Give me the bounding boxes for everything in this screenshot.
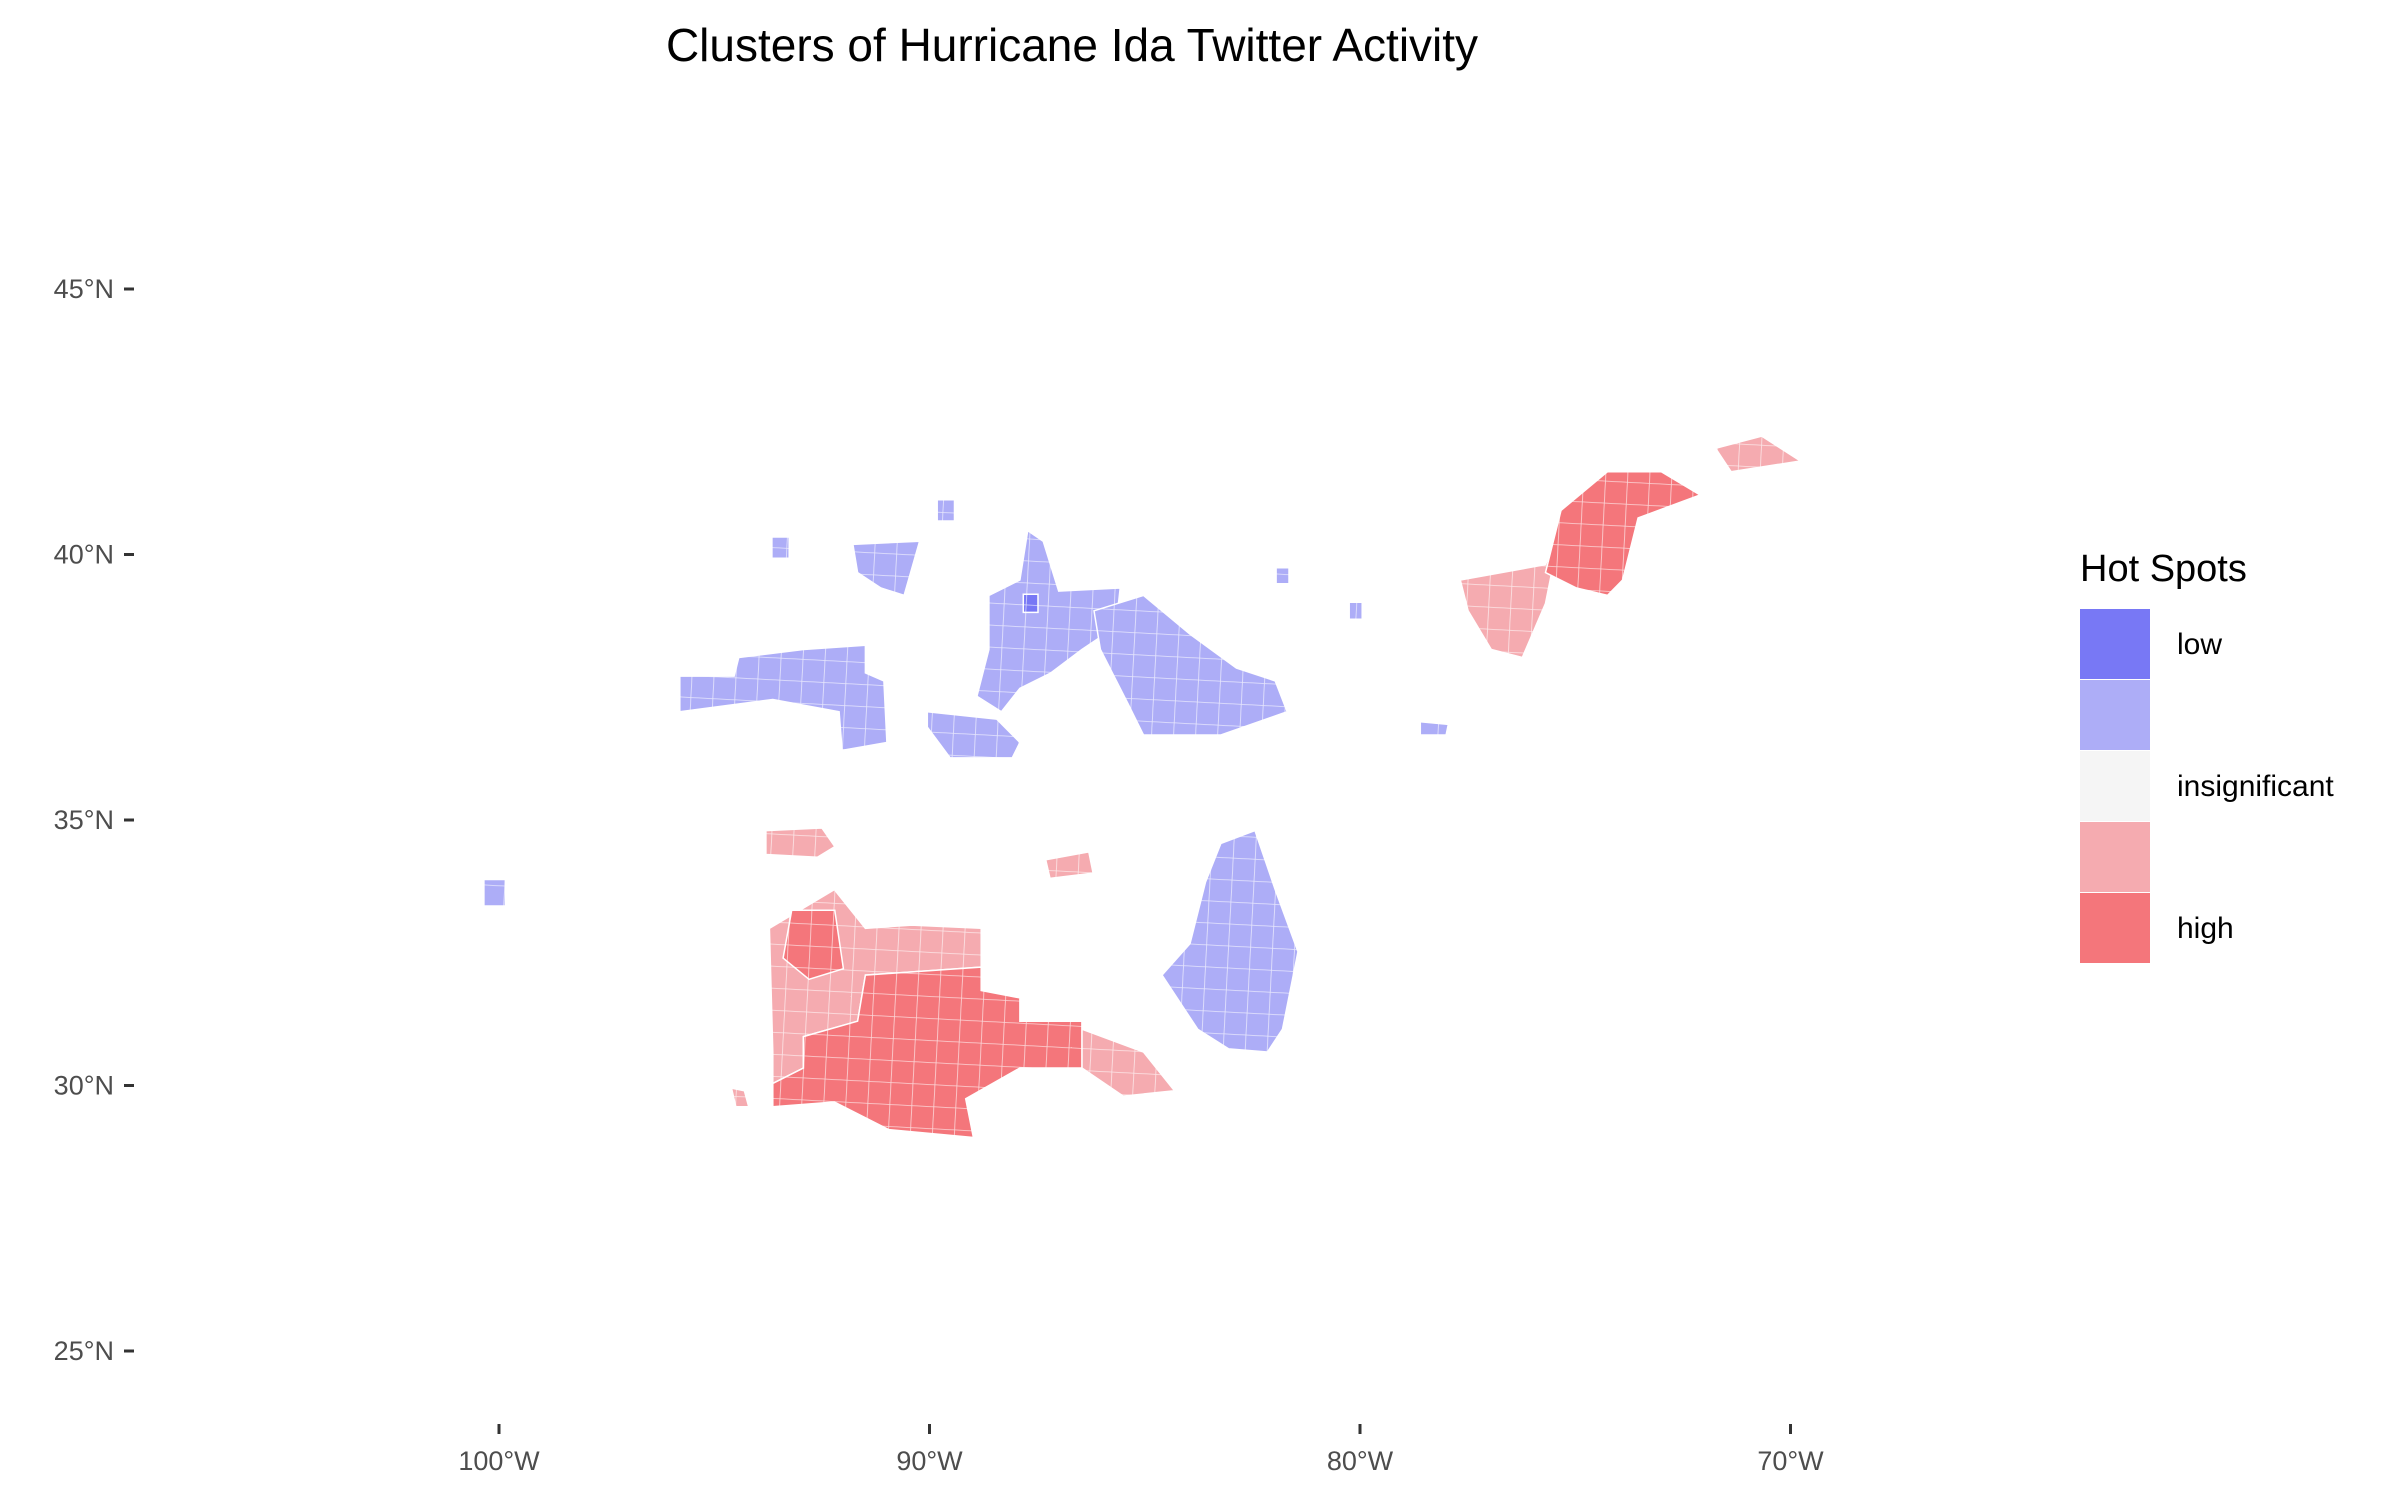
county-borders bbox=[765, 828, 835, 858]
county-borders bbox=[1349, 602, 1363, 620]
legend-swatch bbox=[2080, 680, 2150, 751]
county-borders bbox=[1162, 830, 1298, 1052]
legend-item-high2 bbox=[2080, 822, 2334, 893]
chart-title: Clusters of Hurricane Ida Twitter Activi… bbox=[665, 19, 1479, 71]
x-tick-label: 100°W bbox=[458, 1446, 540, 1476]
legend-swatch bbox=[2080, 822, 2150, 893]
legend-item-low2 bbox=[2080, 680, 2334, 751]
county-borders bbox=[852, 541, 920, 596]
county-borders bbox=[1545, 471, 1701, 596]
map-plot: 45°N 40°N 35°N 30°N 25°N 100°W 90°W 80°W 70°W bbox=[54, 274, 1824, 1476]
legend-item-high: high bbox=[2080, 893, 2334, 964]
legend-title: Hot Spots bbox=[2080, 548, 2247, 590]
x-tick-label: 70°W bbox=[1757, 1446, 1824, 1476]
county-borders bbox=[1460, 525, 1561, 658]
county-borders bbox=[483, 879, 506, 906]
x-tick-label: 90°W bbox=[896, 1446, 963, 1476]
legend-swatch bbox=[2080, 751, 2150, 822]
x-axis: 100°W 90°W 80°W 70°W bbox=[458, 1424, 1824, 1476]
county-borders bbox=[679, 645, 887, 751]
legend-swatch bbox=[2080, 893, 2150, 964]
county-borders bbox=[731, 1088, 749, 1107]
y-tick-label: 35°N bbox=[54, 805, 114, 835]
y-tick-label: 25°N bbox=[54, 1336, 114, 1366]
legend-label: insignificant bbox=[2177, 769, 2334, 803]
county-regions bbox=[483, 435, 1803, 1139]
y-axis: 45°N 40°N 35°N 30°N 25°N bbox=[54, 274, 134, 1366]
county-borders bbox=[1276, 567, 1289, 584]
legend-item-low: low bbox=[2080, 609, 2334, 680]
county-borders bbox=[1715, 436, 1801, 472]
county-borders bbox=[927, 711, 1020, 758]
county-borders bbox=[937, 499, 955, 521]
legend-label: high bbox=[2177, 911, 2234, 945]
y-tick-label: 45°N bbox=[54, 274, 114, 304]
county-borders bbox=[1094, 595, 1288, 735]
legend: Hot Spots low insignificant high bbox=[2080, 548, 2334, 964]
legend-item-insig: insignificant bbox=[2080, 751, 2334, 822]
county-borders bbox=[1023, 594, 1038, 613]
x-tick-label: 80°W bbox=[1327, 1446, 1394, 1476]
county-borders bbox=[1081, 1029, 1175, 1097]
county-borders bbox=[771, 537, 790, 559]
y-tick-label: 30°N bbox=[54, 1071, 114, 1101]
legend-label: low bbox=[2177, 627, 2223, 661]
y-tick-label: 40°N bbox=[54, 540, 114, 570]
legend-swatch bbox=[2080, 609, 2150, 680]
